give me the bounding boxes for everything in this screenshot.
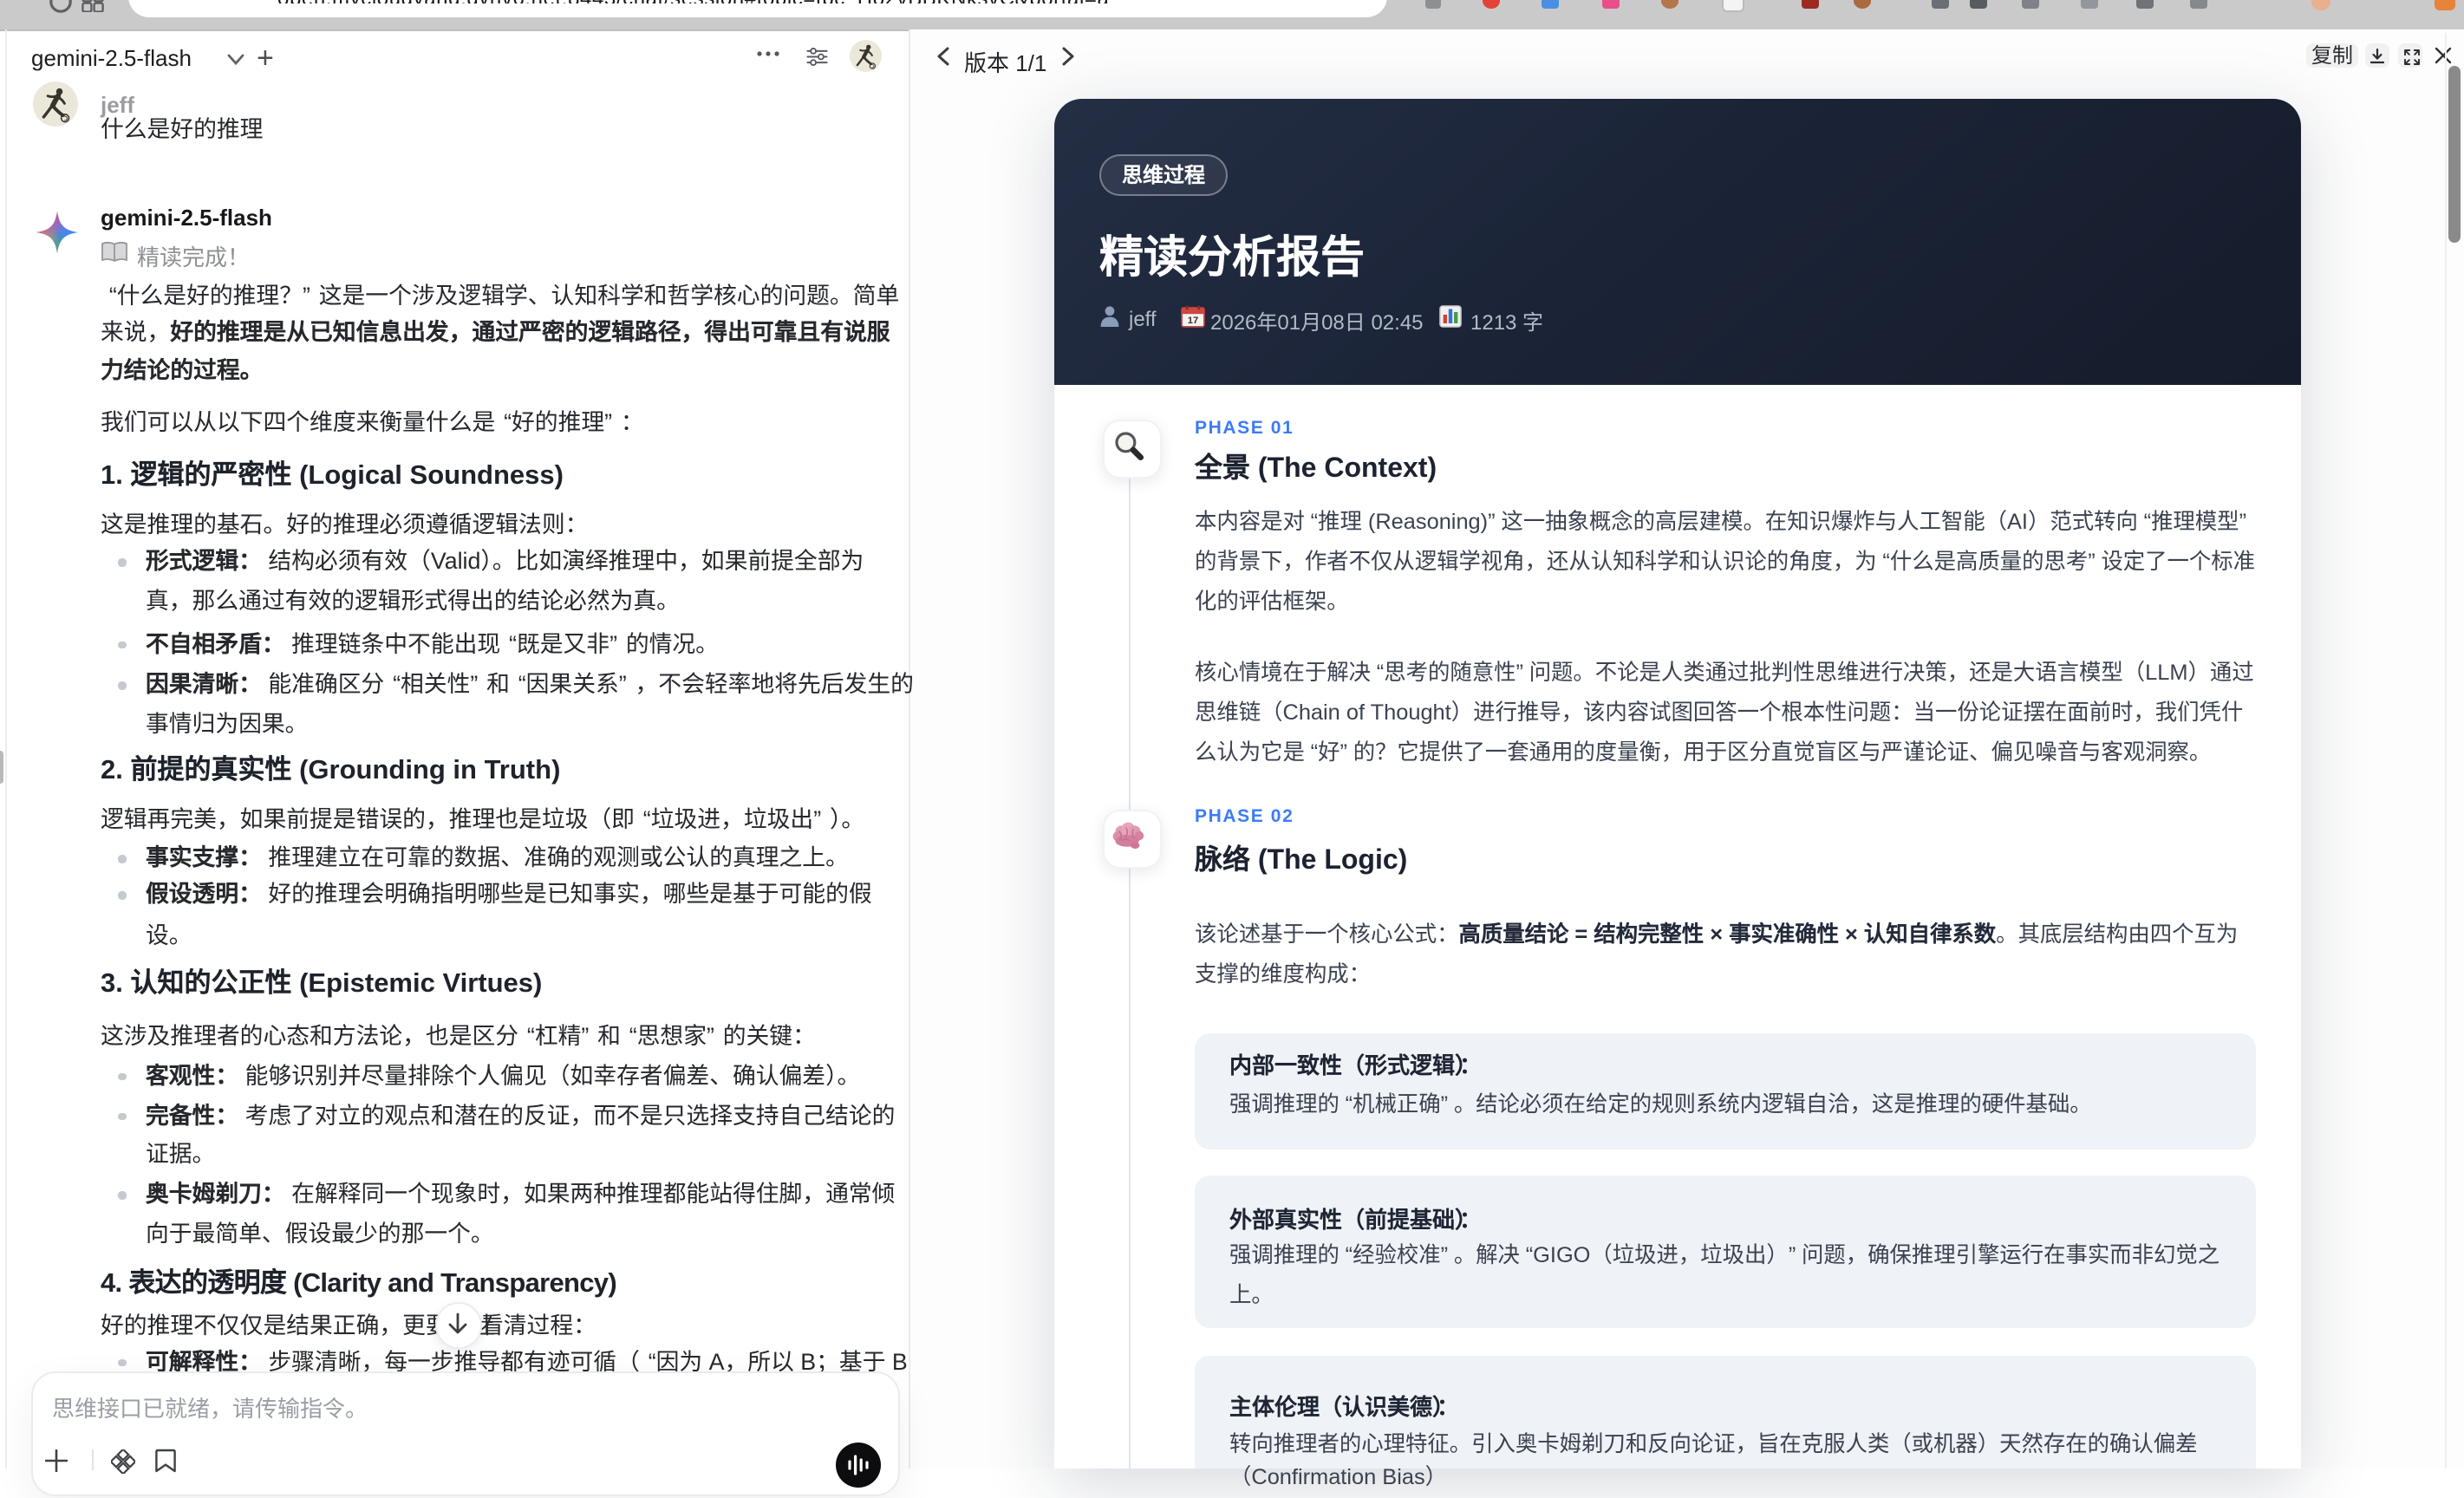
svg-text:17: 17 [1188, 316, 1198, 326]
